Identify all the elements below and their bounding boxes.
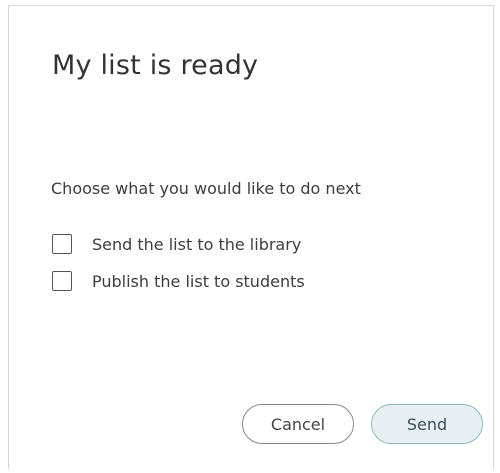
send-to-library-label: Send the list to the library <box>92 234 302 254</box>
publish-to-students-checkbox[interactable] <box>52 271 72 291</box>
cancel-button[interactable]: Cancel <box>242 404 354 444</box>
option-publish-to-students[interactable]: Publish the list to students <box>52 271 305 291</box>
send-to-library-checkbox[interactable] <box>52 234 72 254</box>
dialog-prompt: Choose what you would like to do next <box>51 179 361 198</box>
send-button[interactable]: Send <box>371 404 483 444</box>
option-send-to-library[interactable]: Send the list to the library <box>52 234 301 254</box>
publish-to-students-label: Publish the list to students <box>92 271 305 291</box>
list-ready-dialog: My list is ready Choose what you would l… <box>8 5 494 469</box>
dialog-title: My list is ready <box>52 50 259 81</box>
